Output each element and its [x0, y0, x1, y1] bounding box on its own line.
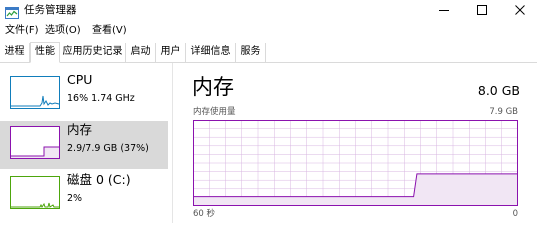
- menu-view[interactable]: 查看(V): [92, 24, 127, 38]
- menu-bar: 文件(F) 选项(O) 查看(V): [0, 23, 537, 39]
- cpu-thumbnail-graph: [10, 76, 60, 109]
- close-button[interactable]: [502, 0, 537, 21]
- memory-usage-graph: [193, 120, 518, 206]
- menu-options[interactable]: 选项(O): [45, 24, 81, 38]
- close-icon: [515, 5, 525, 15]
- graph-max-value: 7.9 GB: [489, 107, 518, 117]
- window-title: 任务管理器: [24, 4, 77, 16]
- detail-title: 内存: [192, 75, 234, 99]
- resource-name: 磁盘 0 (C:): [67, 172, 131, 187]
- task-manager-icon: [5, 4, 19, 19]
- tab-details[interactable]: 详细信息: [186, 43, 236, 63]
- tab-startup[interactable]: 启动: [126, 43, 156, 63]
- resource-detail: 16% 1.74 GHz: [67, 93, 135, 104]
- tab-performance[interactable]: 性能: [30, 42, 60, 63]
- resource-name: 内存: [67, 122, 93, 137]
- menu-file[interactable]: 文件(F): [5, 24, 39, 38]
- title-bar: 任务管理器: [0, 0, 537, 21]
- tab-users[interactable]: 用户: [156, 43, 186, 63]
- pane-divider[interactable]: [172, 63, 173, 223]
- minimize-icon: [439, 10, 449, 11]
- minimize-button[interactable]: [426, 0, 464, 21]
- tab-app-history[interactable]: 应用历史记录: [60, 43, 126, 63]
- memory-thumbnail-graph: [10, 126, 60, 159]
- tab-bar: 进程 性能 应用历史记录 启动 用户 详细信息 服务: [0, 41, 537, 63]
- resource-item-memory[interactable]: 内存 2.9/7.9 GB (37%): [0, 121, 168, 169]
- resource-name: CPU: [67, 72, 93, 87]
- resource-item-cpu[interactable]: CPU 16% 1.74 GHz: [0, 71, 168, 119]
- maximize-button[interactable]: [464, 0, 502, 21]
- time-axis-right-label: 0: [512, 209, 518, 219]
- maximize-icon: [477, 5, 487, 15]
- detail-total-memory: 8.0 GB: [477, 83, 520, 98]
- resource-list: CPU 16% 1.74 GHz 内存 2.9/7.9 GB (37%) 磁盘 …: [0, 63, 170, 223]
- disk-thumbnail-graph: [10, 176, 60, 209]
- resource-item-disk[interactable]: 磁盘 0 (C:) 2%: [0, 171, 168, 219]
- tab-services[interactable]: 服务: [236, 43, 266, 63]
- tab-processes[interactable]: 进程: [0, 43, 30, 63]
- resource-detail: 2.9/7.9 GB (37%): [67, 143, 149, 154]
- graph-label: 内存使用量: [193, 107, 236, 117]
- resource-detail: 2%: [67, 193, 83, 204]
- time-axis-left-label: 60 秒: [193, 209, 216, 219]
